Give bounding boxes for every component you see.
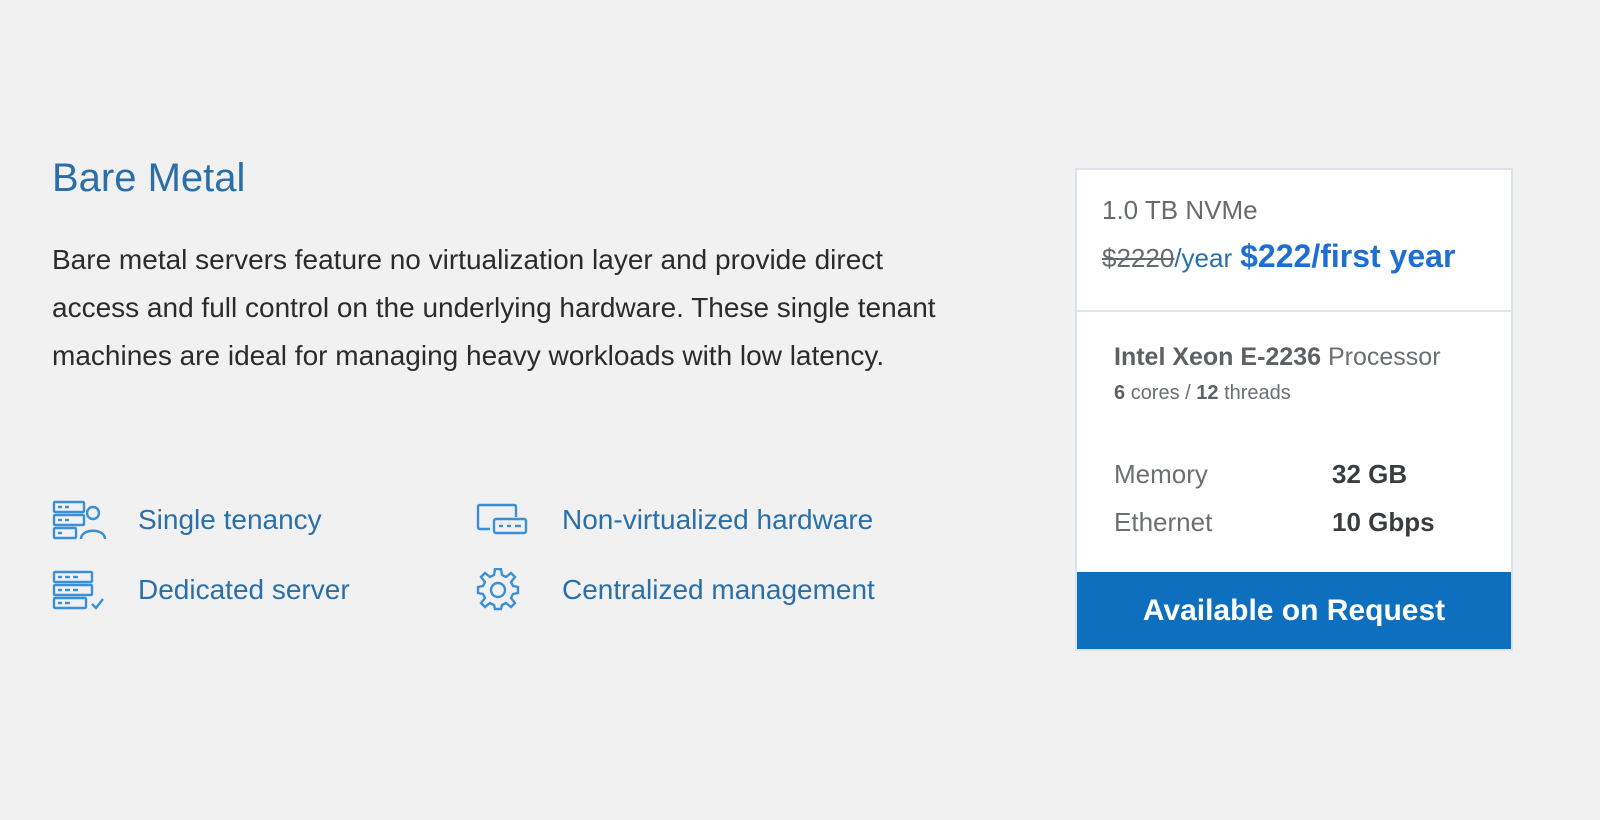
storage-spec: 1.0 TB NVMe [1102, 195, 1258, 225]
spec-row-memory: Memory 32 GB [1114, 450, 1511, 498]
plan-card-body: Intel Xeon E-2236 Processor 6 cores / 12… [1077, 312, 1511, 566]
section-description: Bare metal servers feature no virtualiza… [52, 244, 936, 371]
feature-centralized-management: Centralized management [476, 565, 875, 615]
plan-card-header: 1.0 TB NVMe $2220/year $222/first year [1077, 170, 1511, 312]
spec-table: Memory 32 GB Ethernet 10 Gbps [1114, 450, 1511, 546]
bare-metal-section: Bare Metal Bare metal servers feature no… [52, 150, 952, 380]
feature-label: Single tenancy [138, 504, 322, 535]
spec-key: Ethernet [1114, 506, 1213, 537]
server-check-icon [52, 567, 108, 613]
feature-label: Non-virtualized hardware [562, 504, 874, 535]
hardware-devices-icon [476, 497, 532, 543]
cpu-suffix: Processor [1327, 343, 1441, 371]
spec-value: 10 Gbps [1332, 506, 1435, 537]
cores-threads: 6 cores / 12 threads [1114, 380, 1511, 406]
spec-key: Memory [1114, 458, 1208, 489]
spec-row-ethernet: Ethernet 10 Gbps [1114, 498, 1511, 546]
feature-dedicated-server: Dedicated server [52, 565, 350, 615]
cores-label: cores / [1130, 382, 1191, 404]
feature-label: Dedicated server [138, 574, 350, 605]
price-period: /year [1174, 243, 1233, 273]
plan-card: 1.0 TB NVMe $2220/year $222/first year In… [1075, 168, 1513, 651]
section-title: Bare Metal [52, 156, 246, 200]
price-row: $2220/year $222/first year [1102, 236, 1511, 283]
threads-count: 12 [1196, 382, 1219, 404]
spec-value: 32 GB [1332, 458, 1408, 489]
cpu-model: Intel Xeon E-2236 [1114, 343, 1322, 371]
feature-non-virtualized-hardware: Non-virtualized hardware [476, 495, 873, 545]
old-price: $2220 [1102, 243, 1175, 273]
feature-list: Single tenancy Dedicated server Non-virt… [52, 495, 932, 625]
threads-label: threads [1224, 382, 1291, 404]
promo-price: $222/first year [1240, 238, 1456, 274]
feature-label: Centralized management [562, 574, 875, 605]
cpu-spec: Intel Xeon E-2236 Processor [1114, 340, 1511, 374]
feature-single-tenancy: Single tenancy [52, 495, 322, 545]
available-on-request-button[interactable]: Available on Request [1077, 572, 1511, 649]
server-user-icon [52, 497, 108, 543]
cores-count: 6 [1114, 382, 1126, 404]
gear-icon [476, 567, 532, 613]
